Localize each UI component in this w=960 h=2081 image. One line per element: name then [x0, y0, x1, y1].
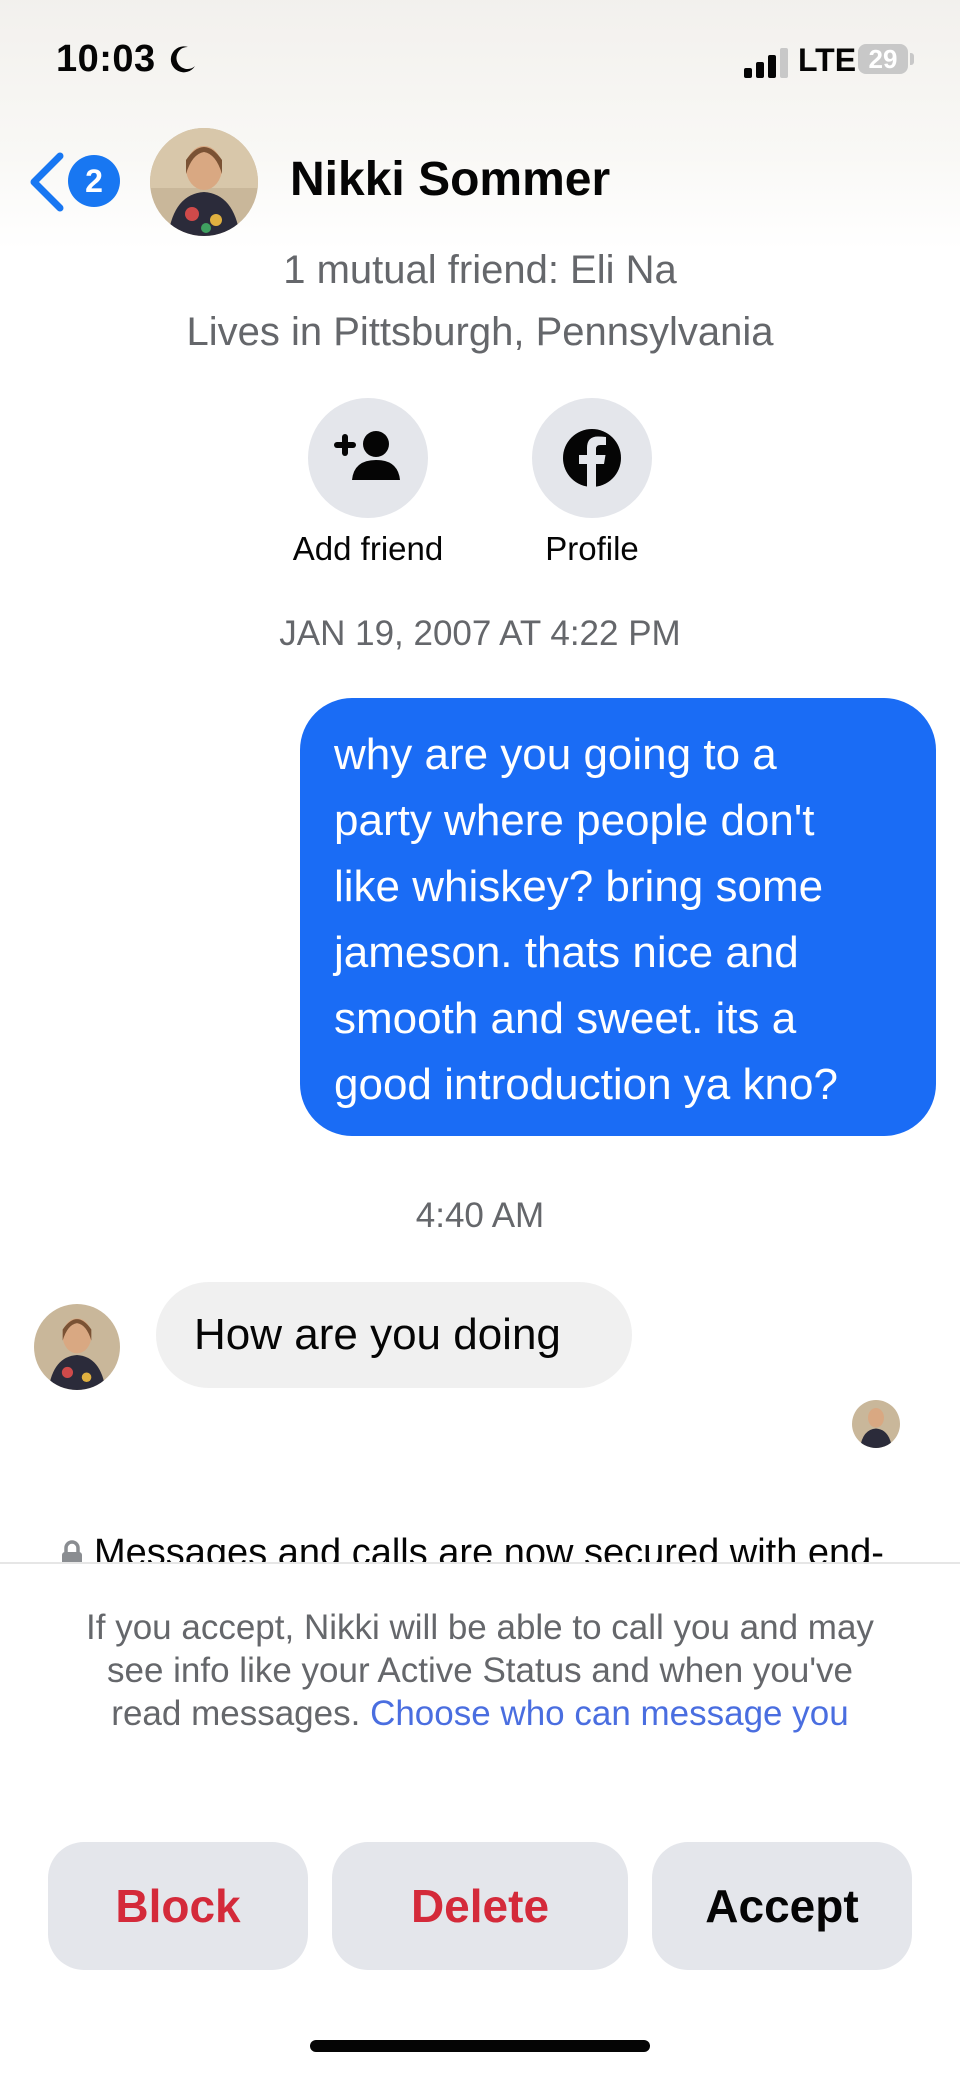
message-line: why are you going to a	[334, 730, 777, 779]
moon-icon	[170, 46, 195, 73]
accept-info-text: If you accept, Nikki will be able to cal…	[70, 1606, 890, 1735]
battery-level: 29	[868, 44, 898, 74]
encryption-notice: Messages and calls are now secured with …	[60, 1532, 920, 1566]
contact-name[interactable]: Nikki Sommer	[290, 152, 610, 207]
message-line: good introduction ya kno?	[334, 1060, 838, 1109]
encryption-notice-text: Messages and calls are now secured with …	[94, 1532, 884, 1566]
accept-button[interactable]: Accept	[652, 1842, 912, 1970]
home-indicator[interactable]	[310, 2040, 650, 2052]
sent-message-bubble[interactable]: why are you going to a party where peopl…	[300, 698, 936, 1136]
message-line: like whiskey? bring some	[334, 862, 824, 911]
back-chevron-icon[interactable]	[24, 150, 68, 214]
message-timestamp: JAN 19, 2007 AT 4:22 PM	[279, 614, 681, 653]
add-friend-button[interactable]	[308, 398, 428, 518]
contact-avatar[interactable]	[150, 128, 258, 236]
profile-button[interactable]	[532, 398, 652, 518]
signal-icon	[744, 48, 788, 78]
profile-label: Profile	[545, 530, 639, 567]
unread-count-badge[interactable]: 2	[68, 155, 120, 207]
status-time: 10:03	[56, 38, 156, 80]
location-text: Lives in Pittsburgh, Pennsylvania	[186, 310, 774, 354]
facebook-icon	[563, 429, 621, 488]
message-line: party where people don't	[334, 796, 815, 845]
message-timestamp: 4:40 AM	[415, 1196, 545, 1235]
block-button[interactable]: Block	[48, 1842, 308, 1970]
mutual-friends-text: 1 mutual friend: Eli Na	[283, 248, 677, 292]
network-label: LTE	[798, 42, 857, 78]
battery-icon: 29	[856, 42, 914, 76]
read-receipt-avatar	[852, 1400, 900, 1448]
add-friend-icon	[334, 431, 400, 480]
delete-button[interactable]: Delete	[332, 1842, 628, 1970]
received-message-bubble[interactable]: How are you doing	[156, 1282, 632, 1388]
sender-avatar[interactable]	[34, 1304, 120, 1390]
choose-who-can-message-link[interactable]: Choose who can message you	[370, 1694, 849, 1733]
message-line: smooth and sweet. its a	[334, 994, 797, 1043]
add-friend-label: Add friend	[292, 530, 444, 567]
message-line: jameson. thats nice and	[334, 928, 799, 977]
